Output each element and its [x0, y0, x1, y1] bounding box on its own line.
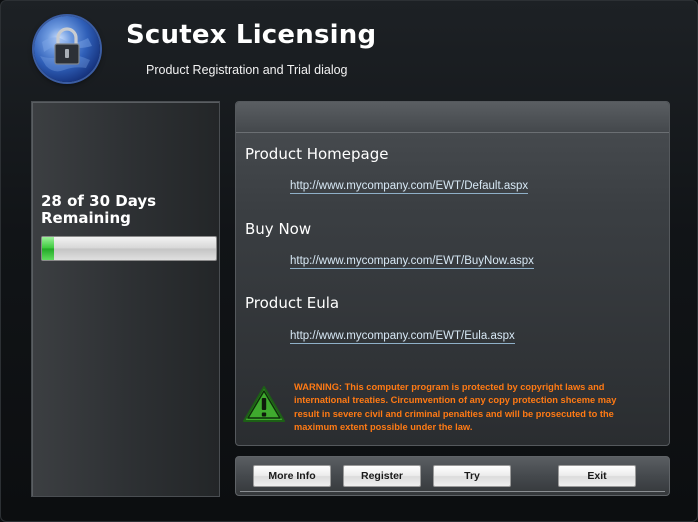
licensing-window: Scutex Licensing Product Registration an… [0, 0, 698, 522]
trial-progress-bar [41, 236, 217, 261]
app-subtitle: Product Registration and Trial dialog [146, 63, 348, 77]
button-bar-divider [240, 491, 665, 492]
product-homepage-link[interactable]: http://www.mycompany.com/EWT/Default.asp… [290, 180, 529, 194]
register-button[interactable]: Register [343, 465, 421, 487]
links-panel-header [236, 102, 669, 133]
copyright-warning-text: WARNING: This computer program is protec… [294, 382, 617, 432]
try-button[interactable]: Try [433, 465, 511, 487]
more-info-button[interactable]: More Info [253, 465, 331, 487]
trial-days-remaining: 28 of 30 Days Remaining [41, 192, 157, 227]
app-title: Scutex Licensing [126, 20, 377, 50]
product-links-panel: Product Homepage http://www.mycompany.co… [235, 101, 670, 446]
product-homepage-heading: Product Homepage [245, 145, 389, 163]
trial-panel: 28 of 30 Days Remaining [31, 101, 220, 497]
buy-now-heading: Buy Now [245, 220, 312, 238]
globe-lock-icon [34, 16, 100, 82]
exit-button[interactable]: Exit [558, 465, 636, 487]
buy-now-link[interactable]: http://www.mycompany.com/EWT/BuyNow.aspx [290, 255, 534, 269]
product-eula-link[interactable]: http://www.mycompany.com/EWT/Eula.aspx [290, 330, 515, 344]
action-button-bar: More Info Register Try Exit [235, 456, 670, 496]
product-eula-heading: Product Eula [245, 294, 340, 312]
warning-icon [242, 385, 286, 428]
trial-progress-fill [42, 237, 55, 260]
